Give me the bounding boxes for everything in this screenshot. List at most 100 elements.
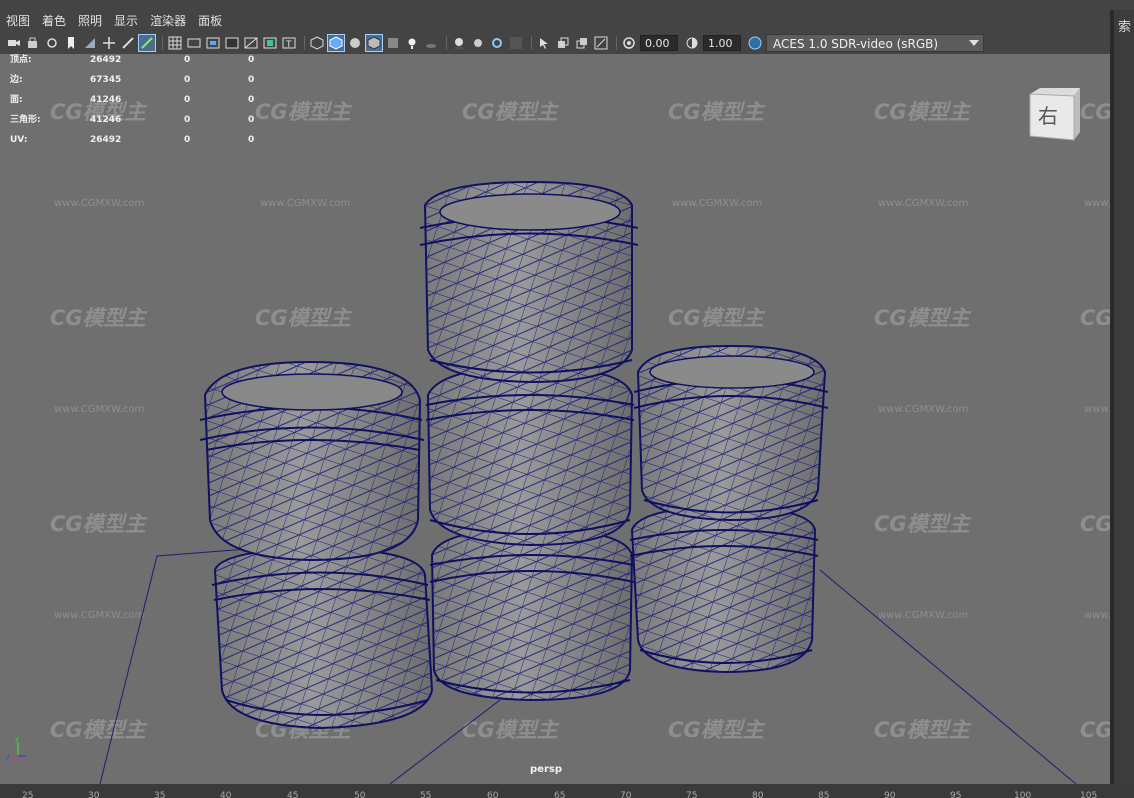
film-gate-icon[interactable] (186, 35, 202, 51)
anti-aliasing-icon[interactable] (489, 35, 505, 51)
hud-value: 41246 (90, 95, 122, 105)
bookmark-icon[interactable] (63, 35, 79, 51)
barrel-mesh[interactable] (419, 180, 639, 384)
hud-value: 0 (184, 135, 191, 145)
barrel-mesh[interactable] (199, 360, 425, 562)
hud-value: 0 (184, 115, 191, 125)
smooth-shade-icon[interactable] (327, 34, 345, 52)
ruler-tick-label: 100 (1014, 791, 1032, 798)
toolbar-divider (304, 36, 305, 50)
hud-value: 0 (248, 135, 255, 145)
ruler-tick-label: 50 (354, 791, 366, 798)
panel-toolbar: T 0.00 1.00 ACES 1.0 SDR-video (sRGB) (0, 32, 1110, 54)
hud-label: 边: (10, 75, 23, 85)
ruler-tick-label: 55 (420, 791, 432, 798)
ruler-tick-label: 95 (950, 791, 962, 798)
ruler-tick-label: 30 (88, 791, 100, 798)
grease-pencil-icon[interactable] (120, 35, 136, 51)
barrel-mesh[interactable] (633, 344, 829, 522)
hud-value: 67345 (90, 75, 122, 85)
hud-value: 26492 (90, 135, 122, 145)
ruler-tick-label: 80 (752, 791, 764, 798)
ruler-tick-label: 85 (818, 791, 830, 798)
grease-pencil-active-icon[interactable] (138, 34, 156, 52)
menu-panels[interactable]: 面板 (192, 10, 228, 32)
use-default-material-icon[interactable] (347, 35, 363, 51)
view-cube[interactable]: 右 (1026, 86, 1082, 142)
wireframe-icon[interactable] (309, 35, 325, 51)
field-chart-icon[interactable] (243, 35, 259, 51)
poly-count-hud: 顶点: 26492 0 0 边: 67345 0 0 面: 41246 0 0 … (10, 54, 270, 154)
gate-mask-icon[interactable] (224, 35, 240, 51)
hud-value: 0 (248, 95, 255, 105)
svg-text:z: z (6, 753, 10, 760)
barrel-mesh[interactable] (629, 504, 819, 674)
motion-blur-icon[interactable] (470, 35, 486, 51)
safe-title-icon[interactable]: T (281, 35, 297, 51)
hud-label: 面: (10, 95, 23, 105)
grid-icon[interactable] (167, 35, 183, 51)
scene-canvas[interactable] (0, 54, 1110, 784)
hud-value: 0 (184, 95, 191, 105)
view-transform-dropdown[interactable]: ACES 1.0 SDR-video (sRGB) (766, 34, 984, 52)
ruler-tick-label: 45 (287, 791, 299, 798)
ruler-tick-label: 35 (154, 791, 166, 798)
toolbar-divider (446, 36, 447, 50)
hud-value: 0 (248, 115, 255, 125)
xray-joints-icon[interactable] (555, 35, 571, 51)
menu-show[interactable]: 显示 (108, 10, 144, 32)
ruler-tick-label: 25 (22, 791, 34, 798)
toolbar-divider (162, 36, 163, 50)
time-slider-ruler[interactable]: 25 30 35 40 45 50 55 60 65 70 75 80 85 9… (0, 784, 1134, 798)
menu-view[interactable]: 视图 (0, 10, 36, 32)
maya-app: 视图 着色 照明 显示 渲染器 面板 T 0.00 1.00 ACES 1.0 … (0, 0, 1134, 798)
exposure-field[interactable]: 0.00 (640, 35, 678, 51)
ruler-tick-label: 60 (487, 791, 499, 798)
wireframe-on-shaded-icon[interactable] (365, 34, 383, 52)
safe-action-icon[interactable] (262, 35, 278, 51)
gamma-icon[interactable] (684, 35, 700, 51)
ambient-occlusion-icon[interactable] (451, 35, 467, 51)
depth-of-field-icon[interactable] (508, 35, 524, 51)
2d-pan-zoom-icon[interactable] (101, 35, 117, 51)
frame-selection-icon[interactable] (593, 35, 609, 51)
toolbar-divider (531, 36, 532, 50)
barrel-mesh[interactable] (425, 364, 635, 547)
gamma-field[interactable]: 1.00 (703, 35, 741, 51)
ruler-tick-label: 40 (220, 791, 232, 798)
xray-icon[interactable] (385, 35, 401, 51)
menu-lighting[interactable]: 照明 (72, 10, 108, 32)
select-camera-icon[interactable] (6, 35, 22, 51)
camera-name-label: persp (530, 764, 562, 775)
hud-value: 41246 (90, 115, 122, 125)
lock-camera-icon[interactable] (25, 35, 41, 51)
camera-attributes-icon[interactable] (44, 35, 60, 51)
menu-shading[interactable]: 着色 (36, 10, 72, 32)
axis-gizmo-icon: y z (6, 735, 26, 760)
ruler-tick-label: 75 (686, 791, 698, 798)
barrel-mesh[interactable] (211, 546, 434, 730)
barrel-mesh[interactable] (429, 526, 635, 702)
shadows-icon[interactable] (423, 35, 439, 51)
side-panel-label: 索 (1118, 20, 1132, 35)
color-management-icon[interactable] (747, 35, 763, 51)
viewport-persp[interactable]: CG模型主 CG模型主 CG模型主 CG模型主 CG模型主 CG模型主 www.… (0, 54, 1110, 784)
isolate-select-icon[interactable] (536, 35, 552, 51)
hud-row-faces: 面: 41246 0 0 (10, 94, 270, 114)
image-plane-icon[interactable] (82, 35, 98, 51)
ruler-tick-label: 105 (1080, 791, 1098, 798)
resolution-gate-icon[interactable] (205, 35, 221, 51)
view-transform-value: ACES 1.0 SDR-video (sRGB) (773, 37, 939, 51)
exposure-icon[interactable] (621, 35, 637, 51)
svg-text:T: T (285, 40, 292, 50)
ruler-tick-label: 65 (554, 791, 566, 798)
hud-row-edges: 边: 67345 0 0 (10, 74, 270, 94)
menu-renderer[interactable]: 渲染器 (144, 10, 192, 32)
xray-active-icon[interactable] (574, 35, 590, 51)
ruler-tick-label: 70 (620, 791, 632, 798)
side-panel-collapsed[interactable]: 索 (1114, 10, 1134, 786)
lights-icon[interactable] (404, 35, 420, 51)
hud-label: 顶点: (10, 55, 32, 65)
hud-value: 26492 (90, 55, 122, 65)
hud-value: 0 (184, 75, 191, 85)
